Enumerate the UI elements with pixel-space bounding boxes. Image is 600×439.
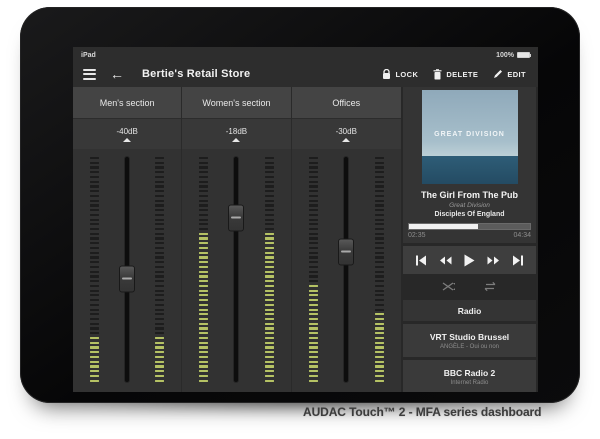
mixer-zone: Men's section -40dB [73,87,401,392]
menu-icon[interactable] [83,69,96,80]
track-album: Disciples Of England [403,211,536,218]
station-name: VRT Studio Brussel [430,332,509,342]
repeat-button[interactable] [483,281,497,292]
channel-mens-section: Men's section -40dB [73,87,182,392]
fader-track[interactable] [234,157,238,382]
progress-fill [409,224,478,229]
fader-area [182,149,290,392]
vu-meter-left [90,157,99,382]
transport-controls [403,246,536,274]
vu-meter-right [155,157,164,382]
progress-bar[interactable] [408,223,531,230]
fader-area [73,149,181,392]
channel-name: Women's section [182,87,290,119]
time-row: 02:35 04:34 [403,230,536,239]
channel-offices: Offices -30dB [292,87,401,392]
channel-db-value: -30dB [336,127,357,136]
vu-meter-left [309,157,318,382]
channel-level: -40dB [73,119,181,149]
lock-button[interactable]: LOCK [382,69,418,80]
delete-button[interactable]: DELETE [433,69,478,80]
fast-forward-icon [487,256,500,265]
level-indicator-icon [232,138,240,142]
edit-button[interactable]: EDIT [493,69,526,79]
fader-handle[interactable] [228,204,244,231]
skip-previous-button[interactable] [412,251,430,269]
back-arrow-icon[interactable]: ← [110,67,124,81]
vu-meter-right [265,157,274,382]
channel-db-value: -40dB [116,127,137,136]
trash-icon [433,69,442,80]
station-name: BBC Radio 2 [444,368,495,378]
album-art: GREAT DIVISION [422,90,518,184]
ipad-device-frame: iPad 100% ← Bertie's Retail Store LOCK [20,7,580,403]
rewind-icon [439,256,452,265]
rewind-button[interactable] [436,251,454,269]
battery-icon [517,52,530,58]
edit-label: EDIT [507,70,526,79]
level-indicator-icon [123,138,131,142]
elapsed-time: 02:35 [408,232,426,239]
shuffle-icon [442,281,456,292]
fader-handle[interactable] [338,238,354,265]
channel-level: -18dB [182,119,290,149]
volume-fader [117,157,137,382]
channel-name: Offices [292,87,401,119]
channel-db-value: -18dB [226,127,247,136]
fader-handle[interactable] [119,265,135,292]
radio-station-bbc[interactable]: BBC Radio 2 Internet Radio [403,360,536,392]
lock-label: LOCK [395,70,418,79]
player-panel: GREAT DIVISION The Girl From The Pub Gre… [401,87,538,392]
status-bar: iPad 100% [73,47,538,61]
battery-status: 100% [496,52,530,59]
image-caption: AUDAC Touch™ 2 - MFA series dashboard [303,405,541,419]
dashboard-content: Men's section -40dB [73,87,538,392]
playback-modes [403,274,536,298]
pencil-icon [493,69,503,79]
station-now-playing: Internet Radio [451,380,489,386]
skip-next-button[interactable] [509,251,527,269]
now-playing-card: GREAT DIVISION The Girl From The Pub Gre… [403,87,536,243]
fast-forward-button[interactable] [485,251,503,269]
vu-meter-right [375,157,384,382]
track-title: The Girl From The Pub [403,190,536,200]
track-artist: Great Division [403,202,536,209]
battery-percentage: 100% [496,52,514,59]
play-button[interactable] [460,251,478,269]
delete-label: DELETE [446,70,478,79]
shuffle-button[interactable] [442,281,456,292]
album-art-title: GREAT DIVISION [422,131,518,138]
total-time: 04:34 [513,232,531,239]
device-label: iPad [81,52,96,59]
station-now-playing: ANGÈLE - Oui ou non [440,344,499,350]
fader-track[interactable] [344,157,348,382]
volume-fader [336,157,356,382]
page-title: Bertie's Retail Store [142,68,250,80]
level-indicator-icon [342,138,350,142]
app-screen: iPad 100% ← Bertie's Retail Store LOCK [73,47,538,392]
radio-section-header: Radio [403,300,536,321]
channel-name: Men's section [73,87,181,119]
channel-womens-section: Women's section -18dB [182,87,291,392]
lock-icon [382,69,391,80]
channel-level: -30dB [292,119,401,149]
repeat-icon [483,281,497,292]
nav-bar: ← Bertie's Retail Store LOCK DE [73,61,538,87]
volume-fader [226,157,246,382]
nav-actions: LOCK DELETE EDIT [382,69,526,80]
vu-meter-left [199,157,208,382]
skip-next-icon [512,255,524,266]
radio-station-vrt[interactable]: VRT Studio Brussel ANGÈLE - Oui ou non [403,324,536,357]
fader-area [292,149,401,392]
play-icon [463,254,475,267]
skip-previous-icon [415,255,427,266]
